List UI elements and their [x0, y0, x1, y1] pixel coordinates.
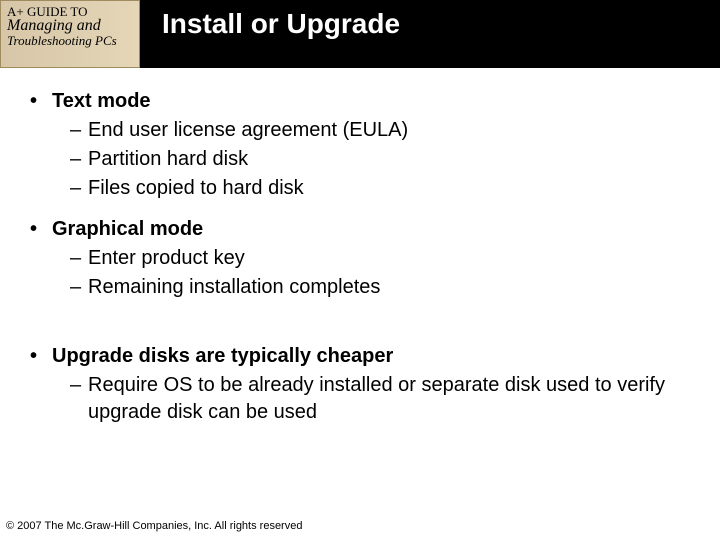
slide-header: A+ GUIDE TO Managing and Troubleshooting…: [0, 0, 720, 68]
sub-bullet: Files copied to hard disk: [70, 175, 690, 202]
bullet-item: Text mode End user license agreement (EU…: [30, 90, 690, 202]
slide-content: Text mode End user license agreement (EU…: [0, 68, 720, 426]
badge-line-2: Managing and: [7, 18, 133, 34]
badge-line-3: Troubleshooting PCs: [7, 34, 133, 47]
slide-title: Install or Upgrade: [140, 0, 720, 40]
book-badge: A+ GUIDE TO Managing and Troubleshooting…: [0, 0, 140, 68]
bullet-text: Upgrade disks are typically cheaper: [52, 345, 393, 367]
sub-bullet: Require OS to be already installed or se…: [70, 372, 690, 426]
bullet-item: Graphical mode Enter product key Remaini…: [30, 218, 690, 301]
bullet-item: Upgrade disks are typically cheaper Requ…: [30, 345, 690, 426]
bullet-text: Text mode: [52, 90, 151, 112]
sub-bullet: Remaining installation completes: [70, 274, 690, 301]
bullet-text: Graphical mode: [52, 218, 203, 240]
sub-bullet: End user license agreement (EULA): [70, 117, 690, 144]
copyright-footer: © 2007 The Mc.Graw-Hill Companies, Inc. …: [6, 520, 302, 532]
sub-bullet: Enter product key: [70, 245, 690, 272]
sub-bullet: Partition hard disk: [70, 146, 690, 173]
